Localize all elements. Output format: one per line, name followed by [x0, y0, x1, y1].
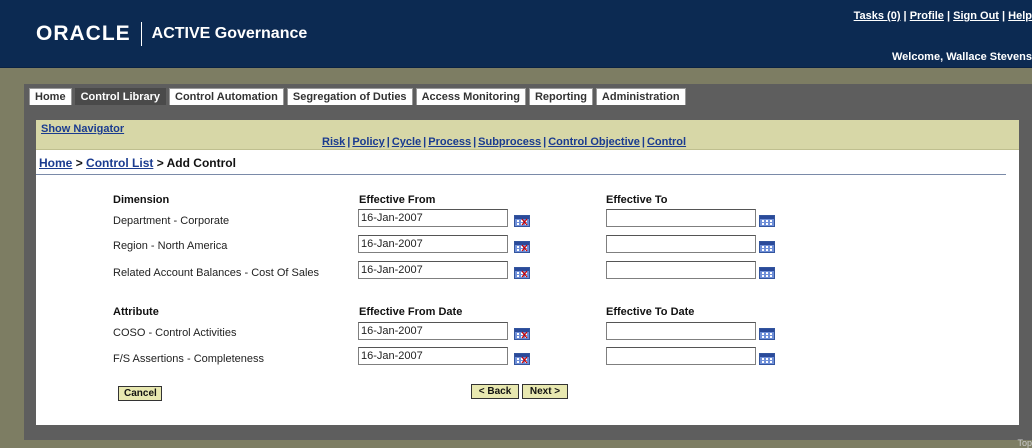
main-tabs: Home Control Library Control Automation … — [29, 88, 686, 105]
region-effective-from-input[interactable] — [358, 235, 508, 253]
process-link[interactable]: Process — [428, 136, 471, 148]
dimension-label-account-balances: Related Account Balances - Cost Of Sales — [113, 267, 320, 279]
risk-link[interactable]: Risk — [322, 136, 345, 148]
attribute-label-coso: COSO - Control Activities — [113, 327, 237, 339]
calendar-icon[interactable] — [759, 215, 775, 227]
breadcrumb-separator: > — [75, 156, 83, 170]
cancel-button[interactable]: Cancel — [118, 386, 162, 401]
header-divider — [36, 174, 1006, 175]
coso-effective-from-input[interactable] — [358, 322, 508, 340]
coso-effective-to-input[interactable] — [606, 322, 756, 340]
tab-home[interactable]: Home — [29, 88, 72, 105]
account-balances-effective-from-input[interactable] — [358, 261, 508, 279]
tab-reporting[interactable]: Reporting — [528, 88, 593, 105]
calendar-icon[interactable] — [759, 241, 775, 253]
product-name: ACTIVE Governance — [151, 25, 308, 42]
breadcrumb: Home > Control List > Add Control — [39, 156, 236, 170]
back-button[interactable]: < Back — [471, 384, 519, 399]
dimension-column-header: Dimension — [113, 194, 170, 206]
tab-administration[interactable]: Administration — [595, 88, 686, 105]
attribute-label-fs-assertions: F/S Assertions - Completeness — [113, 353, 265, 365]
welcome-message: Welcome, Wallace Stevens — [891, 51, 1032, 63]
app-header: ORACLE ACTIVE Governance Tasks (0) | Pro… — [0, 0, 1032, 68]
department-effective-from-input[interactable] — [358, 209, 508, 227]
breadcrumb-current: > Add Control — [156, 156, 236, 170]
effective-from-date-header: Effective From Date — [359, 306, 463, 318]
tab-access-monitoring[interactable]: Access Monitoring — [415, 88, 526, 105]
subprocess-link[interactable]: Subprocess — [478, 136, 541, 148]
breadcrumb-home[interactable]: Home — [39, 156, 72, 170]
calendar-icon[interactable] — [514, 267, 530, 279]
next-button[interactable]: Next > — [522, 384, 568, 399]
policy-link[interactable]: Policy — [352, 136, 384, 148]
control-link[interactable]: Control — [647, 136, 686, 148]
help-link[interactable]: Help — [1008, 10, 1032, 22]
dimension-label-department: Department - Corporate — [113, 215, 230, 227]
oracle-logo: ORACLE ACTIVE Governance — [36, 22, 307, 46]
calendar-icon[interactable] — [514, 328, 530, 340]
account-balances-effective-to-input[interactable] — [606, 261, 756, 279]
fs-assertions-effective-from-input[interactable] — [358, 347, 508, 365]
logo-divider — [140, 22, 142, 46]
tab-control-library[interactable]: Control Library — [74, 88, 167, 105]
calendar-icon[interactable] — [759, 328, 775, 340]
profile-link[interactable]: Profile — [910, 10, 944, 22]
main-content: Show Navigator Risk | Policy | Cycle | Process… — [36, 120, 1019, 425]
tasks-link[interactable]: Tasks (0) — [854, 10, 901, 22]
global-links: Tasks (0) | Profile | Sign Out | Help — [853, 10, 1032, 22]
department-effective-to-input[interactable] — [606, 209, 756, 227]
control-objective-link[interactable]: Control Objective — [548, 136, 640, 148]
top-link[interactable]: Top — [1017, 438, 1032, 448]
cycle-link[interactable]: Cycle — [392, 136, 421, 148]
effective-to-date-header: Effective To Date — [606, 306, 695, 318]
calendar-icon[interactable] — [514, 215, 530, 227]
dimension-navbar: Show Navigator Risk | Policy | Cycle | Process… — [36, 120, 1019, 150]
region-effective-to-input[interactable] — [606, 235, 756, 253]
attribute-column-header: Attribute — [113, 306, 159, 318]
dimension-links: Risk | Policy | Cycle | Process | Subprocess | Con… — [322, 136, 687, 148]
calendar-icon[interactable] — [514, 241, 530, 253]
brand-name: ORACLE — [36, 22, 131, 45]
fs-assertions-effective-to-input[interactable] — [606, 347, 756, 365]
dimension-label-region: Region - North America — [113, 240, 228, 252]
calendar-icon[interactable] — [514, 353, 530, 365]
breadcrumb-control-list[interactable]: Control List — [86, 156, 153, 170]
tab-segregation-of-duties[interactable]: Segregation of Duties — [286, 88, 413, 105]
effective-from-header: Effective From — [359, 194, 436, 206]
effective-to-header: Effective To — [606, 194, 668, 206]
sign-out-link[interactable]: Sign Out — [953, 10, 999, 22]
tab-control-automation[interactable]: Control Automation — [169, 88, 284, 105]
calendar-icon[interactable] — [759, 267, 775, 279]
calendar-icon[interactable] — [759, 353, 775, 365]
show-navigator-link[interactable]: Show Navigator — [41, 123, 124, 135]
